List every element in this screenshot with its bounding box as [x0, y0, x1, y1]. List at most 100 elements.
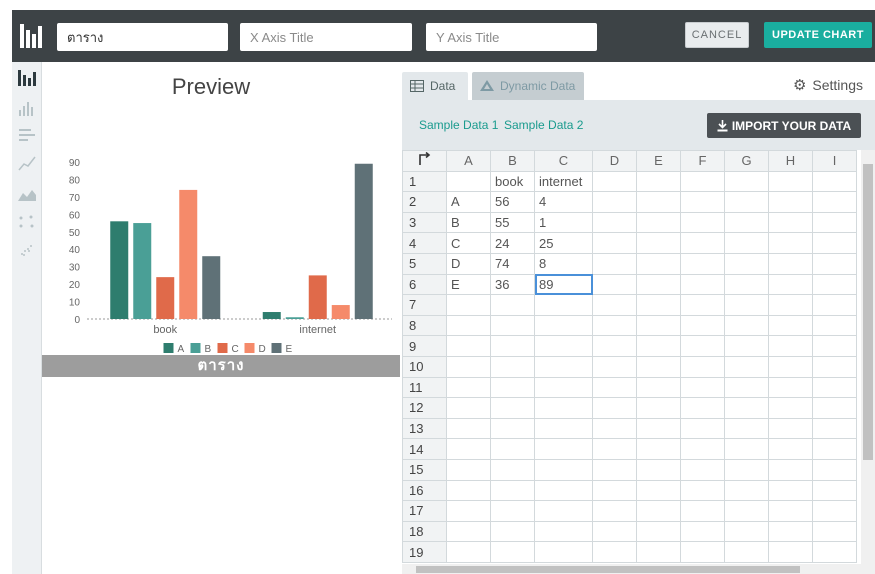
- table-cell[interactable]: [446, 541, 491, 563]
- table-cell[interactable]: [534, 520, 593, 543]
- tab-data[interactable]: Data: [402, 72, 468, 100]
- table-cell[interactable]: [592, 232, 637, 254]
- table-cell[interactable]: [768, 170, 813, 193]
- table-cell[interactable]: [680, 211, 725, 234]
- table-cell[interactable]: [534, 417, 593, 440]
- y-axis-title-input[interactable]: [426, 23, 597, 51]
- row-header[interactable]: 12: [402, 397, 447, 419]
- table-cell[interactable]: [636, 376, 681, 399]
- table-cell[interactable]: 55: [490, 211, 535, 234]
- table-cell[interactable]: A: [446, 191, 491, 213]
- table-cell[interactable]: [812, 500, 857, 522]
- table-cell[interactable]: [534, 500, 593, 522]
- table-cell[interactable]: [724, 520, 769, 543]
- table-cell[interactable]: 36: [490, 273, 535, 296]
- row-header[interactable]: 15: [402, 458, 447, 481]
- table-cell[interactable]: [534, 458, 593, 481]
- table-cell[interactable]: [680, 376, 725, 399]
- table-cell[interactable]: 4: [534, 191, 593, 213]
- table-cell[interactable]: [768, 376, 813, 399]
- table-cell[interactable]: [592, 170, 637, 193]
- table-cell[interactable]: [768, 397, 813, 419]
- table-cell[interactable]: [812, 211, 857, 234]
- sample-data-1-link[interactable]: Sample Data 1: [419, 118, 498, 132]
- chart-title-input[interactable]: [57, 23, 228, 51]
- column-header[interactable]: H: [768, 150, 813, 172]
- table-cell[interactable]: [636, 232, 681, 254]
- scatter-chart-icon[interactable]: [16, 212, 38, 232]
- table-cell[interactable]: [490, 294, 535, 316]
- table-cell[interactable]: [636, 541, 681, 563]
- spreadsheet-grid[interactable]: A B C D E F G H I 1 book internet 2 A 56 4 3 B 55 1 4 C 24 25 5 D…: [402, 150, 875, 574]
- table-cell[interactable]: [680, 500, 725, 522]
- table-cell[interactable]: 24: [490, 232, 535, 254]
- horizontal-scrollbar[interactable]: [402, 564, 861, 574]
- table-cell[interactable]: [636, 170, 681, 193]
- row-header[interactable]: 3: [402, 211, 447, 234]
- table-cell[interactable]: [812, 273, 857, 296]
- table-cell[interactable]: [812, 232, 857, 254]
- table-cell[interactable]: [680, 520, 725, 543]
- tab-dynamic-data[interactable]: Dynamic Data: [472, 72, 584, 100]
- table-cell[interactable]: [768, 314, 813, 337]
- table-cell[interactable]: [768, 335, 813, 357]
- table-cell[interactable]: [812, 191, 857, 213]
- table-cell[interactable]: [446, 520, 491, 543]
- table-cell[interactable]: [724, 397, 769, 419]
- table-cell[interactable]: [592, 376, 637, 399]
- table-cell[interactable]: [592, 314, 637, 337]
- table-cell[interactable]: [534, 376, 593, 399]
- table-cell[interactable]: [724, 355, 769, 378]
- settings-button[interactable]: ⚙ Settings: [793, 76, 863, 94]
- table-cell[interactable]: [812, 520, 857, 543]
- table-cell[interactable]: [724, 211, 769, 234]
- table-cell[interactable]: [490, 458, 535, 481]
- table-cell[interactable]: B: [446, 211, 491, 234]
- table-cell[interactable]: [446, 500, 491, 522]
- table-cell[interactable]: [812, 397, 857, 419]
- table-cell[interactable]: [680, 438, 725, 460]
- column-header[interactable]: D: [592, 150, 637, 172]
- column-header[interactable]: F: [680, 150, 725, 172]
- table-cell[interactable]: [636, 500, 681, 522]
- table-cell[interactable]: [812, 438, 857, 460]
- table-cell[interactable]: [680, 479, 725, 502]
- table-cell[interactable]: [446, 170, 491, 193]
- table-cell[interactable]: [724, 458, 769, 481]
- bubble-chart-icon[interactable]: [16, 240, 38, 260]
- table-cell[interactable]: [768, 294, 813, 316]
- table-cell[interactable]: [592, 355, 637, 378]
- table-cell[interactable]: [724, 541, 769, 563]
- table-cell[interactable]: [812, 170, 857, 193]
- row-header[interactable]: 14: [402, 438, 447, 460]
- table-cell[interactable]: book: [490, 170, 535, 193]
- row-header[interactable]: 8: [402, 314, 447, 337]
- table-cell[interactable]: [768, 211, 813, 234]
- table-cell[interactable]: [768, 479, 813, 502]
- table-cell[interactable]: [812, 252, 857, 275]
- table-cell[interactable]: [724, 273, 769, 296]
- table-cell[interactable]: [592, 417, 637, 440]
- table-cell[interactable]: [768, 252, 813, 275]
- table-cell[interactable]: [680, 335, 725, 357]
- table-cell[interactable]: [534, 479, 593, 502]
- table-cell[interactable]: [636, 314, 681, 337]
- table-cell[interactable]: [636, 273, 681, 296]
- table-cell[interactable]: [534, 335, 593, 357]
- x-axis-title-input[interactable]: [240, 23, 412, 51]
- column-header[interactable]: B: [490, 150, 535, 172]
- table-cell[interactable]: [592, 252, 637, 275]
- table-cell[interactable]: [446, 458, 491, 481]
- table-cell[interactable]: [768, 191, 813, 213]
- table-cell[interactable]: [534, 355, 593, 378]
- table-cell[interactable]: [636, 252, 681, 275]
- table-cell[interactable]: [724, 500, 769, 522]
- corner-swap-icon[interactable]: [402, 150, 447, 172]
- table-cell[interactable]: [812, 417, 857, 440]
- table-cell[interactable]: 74: [490, 252, 535, 275]
- table-cell[interactable]: [446, 294, 491, 316]
- table-cell[interactable]: [592, 500, 637, 522]
- table-cell[interactable]: [768, 500, 813, 522]
- table-cell[interactable]: [680, 397, 725, 419]
- table-cell[interactable]: [446, 335, 491, 357]
